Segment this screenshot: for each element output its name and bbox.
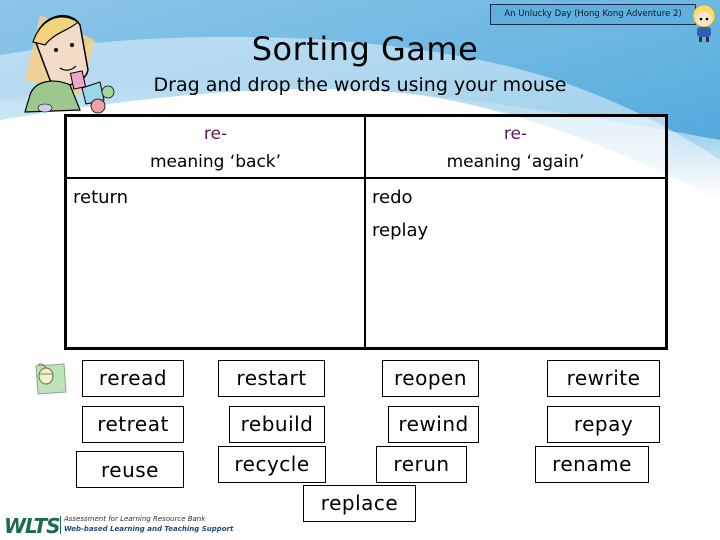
logo-mark: WLTS bbox=[4, 514, 61, 538]
word-card-rewind[interactable]: rewind bbox=[388, 406, 479, 443]
word-card-rename[interactable]: rename bbox=[535, 446, 649, 483]
footer-logo: WLTS Assessment for Learning Resource Ba… bbox=[4, 512, 233, 538]
lesson-title: An Unlucky Day (Hong Kong Adventure 2) bbox=[490, 4, 696, 25]
drop-zone-again[interactable]: redo replay bbox=[366, 179, 665, 347]
column-header-again: re- meaning ‘again’ bbox=[366, 117, 665, 179]
word-card-reuse[interactable]: reuse bbox=[76, 451, 184, 488]
character-icon bbox=[692, 4, 716, 42]
word-card-recycle[interactable]: recycle bbox=[218, 446, 326, 483]
kid-illustration bbox=[24, 15, 115, 114]
word-card-rewrite[interactable]: rewrite bbox=[547, 360, 660, 397]
column-header-back: re- meaning ‘back’ bbox=[67, 117, 366, 179]
drop-zone-back[interactable]: return bbox=[67, 179, 366, 347]
sorting-table: re- meaning ‘back’ re- meaning ‘again’ r… bbox=[64, 114, 668, 350]
word-card-repay[interactable]: repay bbox=[547, 406, 660, 443]
word-card-replace[interactable]: replace bbox=[303, 485, 416, 522]
word-card-rebuild[interactable]: rebuild bbox=[229, 406, 325, 443]
sorted-word[interactable]: return bbox=[73, 181, 358, 214]
word-card-retreat[interactable]: retreat bbox=[82, 406, 184, 443]
word-card-reread[interactable]: reread bbox=[82, 360, 184, 397]
sorted-word[interactable]: redo bbox=[372, 181, 659, 214]
meaning-label: meaning ‘again’ bbox=[446, 152, 585, 172]
word-card-rerun[interactable]: rerun bbox=[376, 446, 467, 483]
page-title: Sorting Game bbox=[251, 30, 479, 68]
logo-tagline-1: Assessment for Learning Resource Bank bbox=[64, 515, 206, 523]
meaning-label: meaning ‘back’ bbox=[149, 152, 282, 172]
logo-tagline-2: Web-based Learning and Teaching Support bbox=[64, 525, 234, 533]
instruction-text: Drag and drop the words using your mouse bbox=[153, 74, 567, 96]
mouse-icon bbox=[35, 363, 67, 395]
prefix-label: re- bbox=[203, 124, 228, 144]
sorted-word[interactable]: replay bbox=[372, 214, 659, 247]
prefix-label: re- bbox=[503, 124, 528, 144]
word-card-reopen[interactable]: reopen bbox=[382, 360, 479, 397]
word-card-restart[interactable]: restart bbox=[218, 360, 325, 397]
logo-divider bbox=[60, 516, 61, 534]
